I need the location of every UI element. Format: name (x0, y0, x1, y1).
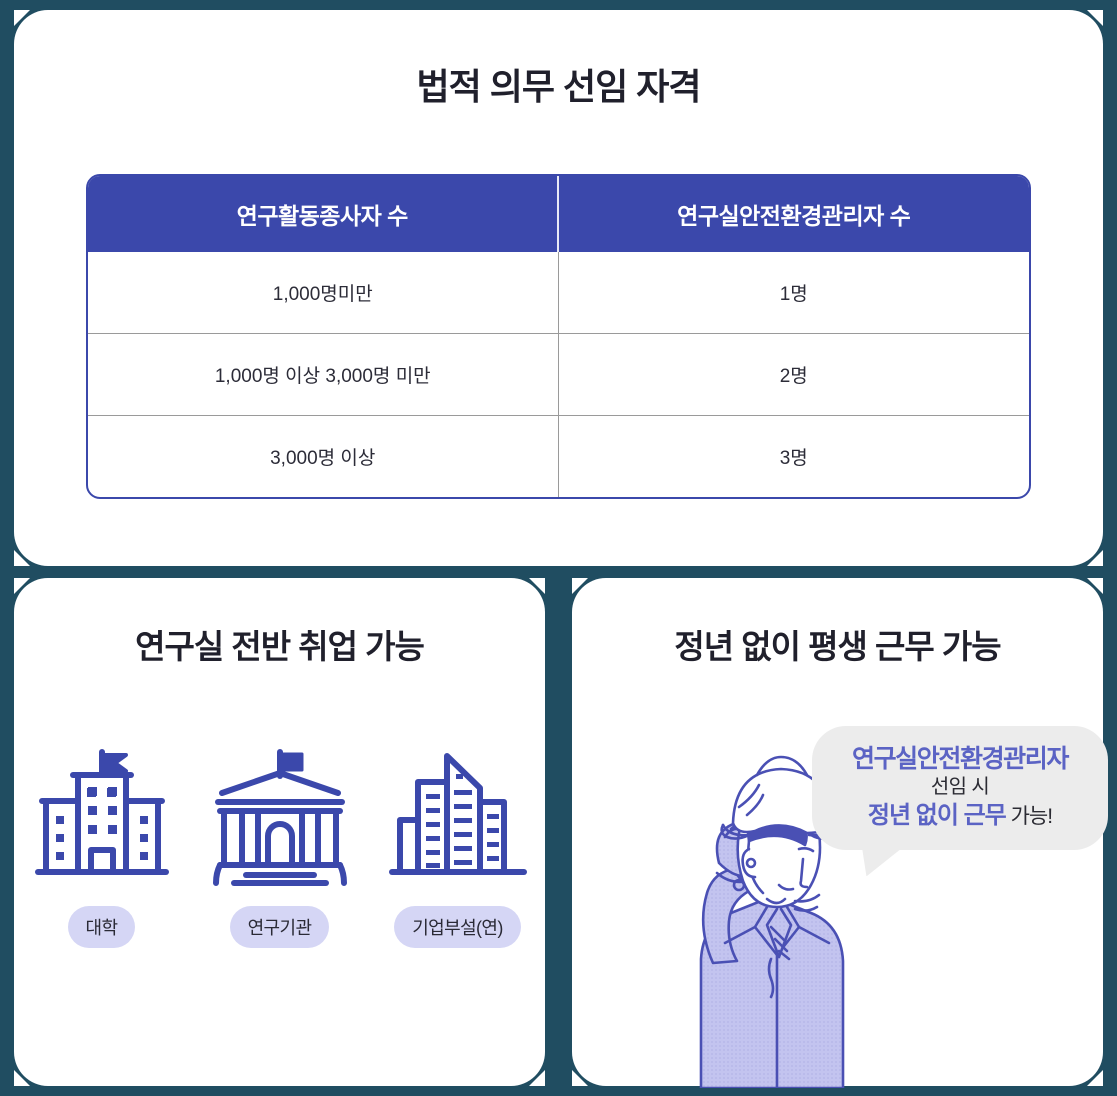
bubble-line-condition: 선임 시 (930, 776, 990, 798)
table-cell-managers: 3명 (558, 415, 1029, 497)
requirement-table: 연구활동종사자 수 연구실안전환경관리자 수 1,000명미만 1명 1,000… (86, 174, 1031, 499)
corner-notch-bottom-right-icon (1087, 1070, 1103, 1086)
bubble-benefit-highlight: 정년 없이 근무 (867, 801, 1007, 829)
table-cell-managers: 2명 (558, 333, 1029, 415)
bubble-line-role: 연구실안전환경관리자 (851, 745, 1069, 773)
table-header-researchers: 연구활동종사자 수 (88, 176, 559, 252)
table-row: 1,000명 이상 3,000명 미만 2명 (88, 333, 1029, 415)
corner-notch-top-right-icon (1087, 10, 1103, 26)
bubble-line-benefit: 정년 없이 근무 가능! (826, 801, 1094, 832)
table-cell-researchers: 1,000명미만 (88, 252, 559, 333)
corner-notch-bottom-right-icon (529, 1070, 545, 1086)
corner-notch-top-left-icon (572, 578, 588, 594)
institution-label: 기업부설(연) (394, 906, 521, 948)
corporate-skyscraper-icon (388, 753, 527, 875)
corner-notch-top-left-icon (14, 578, 30, 594)
corner-notch-top-left-icon (14, 10, 30, 26)
list-item: 연구기관 (210, 746, 350, 948)
speech-bubble: 연구실안전환경관리자 선임 시 정년 없이 근무 가능! (812, 726, 1108, 877)
employment-scope-card: 연구실 전반 취업 가능 대학 연구기관 기업부설(연) (14, 578, 545, 1086)
table-header-row: 연구활동종사자 수 연구실안전환경관리자 수 (88, 176, 1029, 252)
table-cell-researchers: 3,000명 이상 (88, 415, 559, 497)
research-institute-icon (212, 749, 347, 886)
corner-notch-bottom-right-icon (1087, 550, 1103, 566)
lifetime-employment-title: 정년 없이 평생 근무 가능 (674, 628, 1001, 665)
bubble-benefit-plain: 가능! (1005, 804, 1053, 828)
table-cell-researchers: 1,000명 이상 3,000명 미만 (88, 333, 559, 415)
corner-notch-top-right-icon (1087, 578, 1103, 594)
legal-requirement-card: 법적 의무 선임 자격 연구활동종사자 수 연구실안전환경관리자 수 1,000… (14, 10, 1103, 566)
list-item: 기업부설(연) (388, 746, 528, 948)
corner-notch-bottom-left-icon (14, 550, 30, 566)
institution-list: 대학 연구기관 기업부설(연) (14, 746, 545, 948)
infographic-stage: 법적 의무 선임 자격 연구활동종사자 수 연구실안전환경관리자 수 1,000… (0, 0, 1117, 1096)
corner-notch-bottom-left-icon (14, 1070, 30, 1086)
institution-label: 대학 (67, 906, 136, 948)
lifetime-employment-card: 정년 없이 평생 근무 가능 연구실안전환경관리자 선임 시 정년 없이 근무 … (572, 578, 1108, 1088)
page-title: 법적 의무 선임 자격 (416, 66, 702, 107)
table-header-managers: 연구실안전환경관리자 수 (558, 176, 1029, 252)
institution-label: 연구기관 (229, 906, 330, 948)
university-building-icon (34, 749, 169, 875)
employment-scope-title: 연구실 전반 취업 가능 (135, 628, 425, 665)
corner-notch-top-right-icon (529, 578, 545, 594)
table-row: 3,000명 이상 3명 (88, 415, 1029, 497)
corner-notch-bottom-left-icon (572, 1070, 588, 1086)
list-item: 대학 (32, 746, 172, 948)
table-cell-managers: 1명 (779, 284, 808, 305)
table-row: 1,000명미만 1명 (88, 252, 1029, 333)
